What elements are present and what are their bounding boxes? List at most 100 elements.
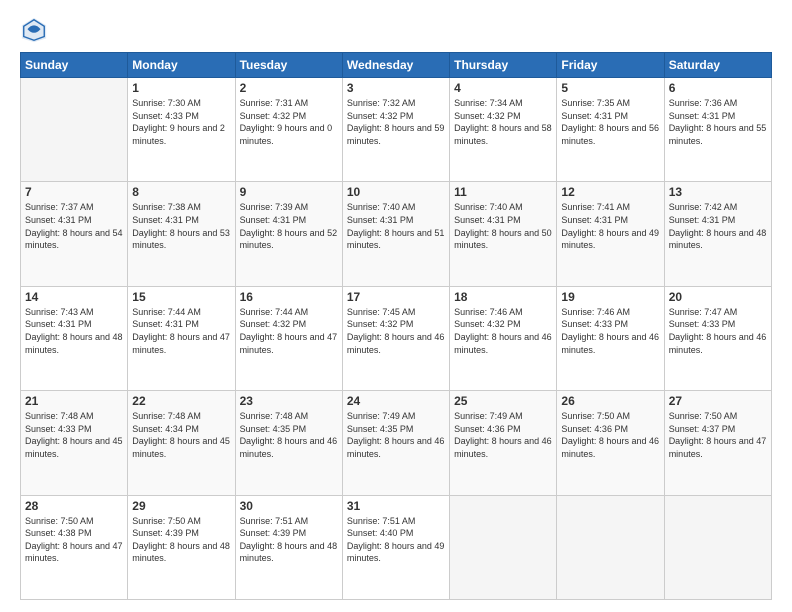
calendar-cell: 5Sunrise: 7:35 AMSunset: 4:31 PMDaylight… [557,78,664,182]
day-number: 24 [347,394,445,408]
calendar-cell: 25 Sunrise: 7:49 AMSunset: 4:36 PMDayligh… [450,391,557,495]
day-number: 13 [669,185,767,199]
calendar-cell: 24 Sunrise: 7:49 AMSunset: 4:35 PMDayligh… [342,391,449,495]
calendar-cell: 3 Sunrise: 7:32 AMSunset: 4:32 PMDaylight… [342,78,449,182]
weekday-header-saturday: Saturday [664,53,771,78]
weekday-header-thursday: Thursday [450,53,557,78]
day-number: 1 [132,81,230,95]
calendar-cell: 4 Sunrise: 7:34 AMSunset: 4:32 PMDaylight… [450,78,557,182]
day-number: 31 [347,499,445,513]
day-info: Sunrise: 7:34 AMSunset: 4:32 PMDaylight:… [454,97,552,147]
day-number: 10 [347,185,445,199]
day-info: Sunrise: 7:44 AMSunset: 4:32 PMDaylight:… [240,306,338,356]
day-number: 23 [240,394,338,408]
day-info: Sunrise: 7:50 AMSunset: 4:37 PMDaylight:… [669,410,767,460]
weekday-header-friday: Friday [557,53,664,78]
calendar-cell: 31 Sunrise: 7:51 AMSunset: 4:40 PMDayligh… [342,495,449,599]
calendar-table: SundayMondayTuesdayWednesdayThursdayFrid… [20,52,772,600]
calendar-week-row: 1 Sunrise: 7:30 AMSunset: 4:33 PMDaylight… [21,78,772,182]
day-number: 14 [25,290,123,304]
weekday-header-tuesday: Tuesday [235,53,342,78]
day-info: Sunrise: 7:50 AMSunset: 4:38 PMDaylight:… [25,515,123,565]
day-info: Sunrise: 7:42 AMSunset: 4:31 PMDaylight:… [669,201,767,251]
calendar-week-row: 7 Sunrise: 7:37 AMSunset: 4:31 PMDaylight… [21,182,772,286]
day-number: 8 [132,185,230,199]
day-number: 2 [240,81,338,95]
day-number: 25 [454,394,552,408]
day-info: Sunrise: 7:49 AMSunset: 4:36 PMDaylight:… [454,410,552,460]
day-info: Sunrise: 7:48 AMSunset: 4:33 PMDaylight:… [25,410,123,460]
calendar-cell: 17 Sunrise: 7:45 AMSunset: 4:32 PMDayligh… [342,286,449,390]
day-number: 6 [669,81,767,95]
day-info: Sunrise: 7:50 AMSunset: 4:39 PMDaylight:… [132,515,230,565]
day-number: 15 [132,290,230,304]
day-info: Sunrise: 7:36 AMSunset: 4:31 PMDaylight:… [669,97,767,147]
day-info: Sunrise: 7:30 AMSunset: 4:33 PMDaylight:… [132,97,230,147]
day-number: 17 [347,290,445,304]
day-info: Sunrise: 7:47 AMSunset: 4:33 PMDaylight:… [669,306,767,356]
day-info: Sunrise: 7:48 AMSunset: 4:34 PMDaylight:… [132,410,230,460]
calendar-cell: 23 Sunrise: 7:48 AMSunset: 4:35 PMDayligh… [235,391,342,495]
calendar-week-row: 14Sunrise: 7:43 AMSunset: 4:31 PMDayligh… [21,286,772,390]
day-number: 21 [25,394,123,408]
day-info: Sunrise: 7:37 AMSunset: 4:31 PMDaylight:… [25,201,123,251]
calendar-cell: 27Sunrise: 7:50 AMSunset: 4:37 PMDayligh… [664,391,771,495]
day-info: Sunrise: 7:51 AMSunset: 4:39 PMDaylight:… [240,515,338,565]
calendar-cell: 12 Sunrise: 7:41 AMSunset: 4:31 PMDayligh… [557,182,664,286]
calendar-cell: 21 Sunrise: 7:48 AMSunset: 4:33 PMDayligh… [21,391,128,495]
day-info: Sunrise: 7:44 AMSunset: 4:31 PMDaylight:… [132,306,230,356]
day-info: Sunrise: 7:51 AMSunset: 4:40 PMDaylight:… [347,515,445,565]
day-info: Sunrise: 7:40 AMSunset: 4:31 PMDaylight:… [347,201,445,251]
calendar-cell [664,495,771,599]
calendar-cell: 6 Sunrise: 7:36 AMSunset: 4:31 PMDaylight… [664,78,771,182]
calendar-cell: 11 Sunrise: 7:40 AMSunset: 4:31 PMDayligh… [450,182,557,286]
calendar-cell: 22 Sunrise: 7:48 AMSunset: 4:34 PMDayligh… [128,391,235,495]
day-info: Sunrise: 7:40 AMSunset: 4:31 PMDaylight:… [454,201,552,251]
calendar-cell: 16 Sunrise: 7:44 AMSunset: 4:32 PMDayligh… [235,286,342,390]
calendar-week-row: 28Sunrise: 7:50 AMSunset: 4:38 PMDayligh… [21,495,772,599]
day-number: 4 [454,81,552,95]
day-number: 22 [132,394,230,408]
calendar-cell: 7 Sunrise: 7:37 AMSunset: 4:31 PMDaylight… [21,182,128,286]
logo-icon [20,16,48,44]
weekday-header-wednesday: Wednesday [342,53,449,78]
day-number: 26 [561,394,659,408]
weekday-header-sunday: Sunday [21,53,128,78]
day-number: 16 [240,290,338,304]
day-info: Sunrise: 7:45 AMSunset: 4:32 PMDaylight:… [347,306,445,356]
logo [20,16,52,44]
day-number: 20 [669,290,767,304]
day-info: Sunrise: 7:39 AMSunset: 4:31 PMDaylight:… [240,201,338,251]
calendar-cell: 19Sunrise: 7:46 AMSunset: 4:33 PMDayligh… [557,286,664,390]
day-info: Sunrise: 7:49 AMSunset: 4:35 PMDaylight:… [347,410,445,460]
calendar-cell: 30 Sunrise: 7:51 AMSunset: 4:39 PMDayligh… [235,495,342,599]
calendar-cell: 14Sunrise: 7:43 AMSunset: 4:31 PMDayligh… [21,286,128,390]
day-number: 12 [561,185,659,199]
day-info: Sunrise: 7:46 AMSunset: 4:32 PMDaylight:… [454,306,552,356]
calendar-cell: 20 Sunrise: 7:47 AMSunset: 4:33 PMDayligh… [664,286,771,390]
day-info: Sunrise: 7:32 AMSunset: 4:32 PMDaylight:… [347,97,445,147]
day-info: Sunrise: 7:41 AMSunset: 4:31 PMDaylight:… [561,201,659,251]
day-number: 3 [347,81,445,95]
day-number: 7 [25,185,123,199]
day-info: Sunrise: 7:46 AMSunset: 4:33 PMDaylight:… [561,306,659,356]
calendar-cell: 13 Sunrise: 7:42 AMSunset: 4:31 PMDayligh… [664,182,771,286]
day-number: 11 [454,185,552,199]
day-info: Sunrise: 7:35 AMSunset: 4:31 PMDaylight:… [561,97,659,147]
calendar-cell: 15 Sunrise: 7:44 AMSunset: 4:31 PMDayligh… [128,286,235,390]
day-number: 30 [240,499,338,513]
calendar-cell [450,495,557,599]
day-info: Sunrise: 7:38 AMSunset: 4:31 PMDaylight:… [132,201,230,251]
day-info: Sunrise: 7:48 AMSunset: 4:35 PMDaylight:… [240,410,338,460]
calendar-cell [557,495,664,599]
calendar-week-row: 21 Sunrise: 7:48 AMSunset: 4:33 PMDayligh… [21,391,772,495]
page: SundayMondayTuesdayWednesdayThursdayFrid… [0,0,792,612]
calendar-cell: 2 Sunrise: 7:31 AMSunset: 4:32 PMDaylight… [235,78,342,182]
day-number: 9 [240,185,338,199]
header [20,16,772,44]
calendar-cell: 8 Sunrise: 7:38 AMSunset: 4:31 PMDaylight… [128,182,235,286]
calendar-cell: 1 Sunrise: 7:30 AMSunset: 4:33 PMDaylight… [128,78,235,182]
day-info: Sunrise: 7:31 AMSunset: 4:32 PMDaylight:… [240,97,338,147]
day-number: 18 [454,290,552,304]
day-info: Sunrise: 7:50 AMSunset: 4:36 PMDaylight:… [561,410,659,460]
